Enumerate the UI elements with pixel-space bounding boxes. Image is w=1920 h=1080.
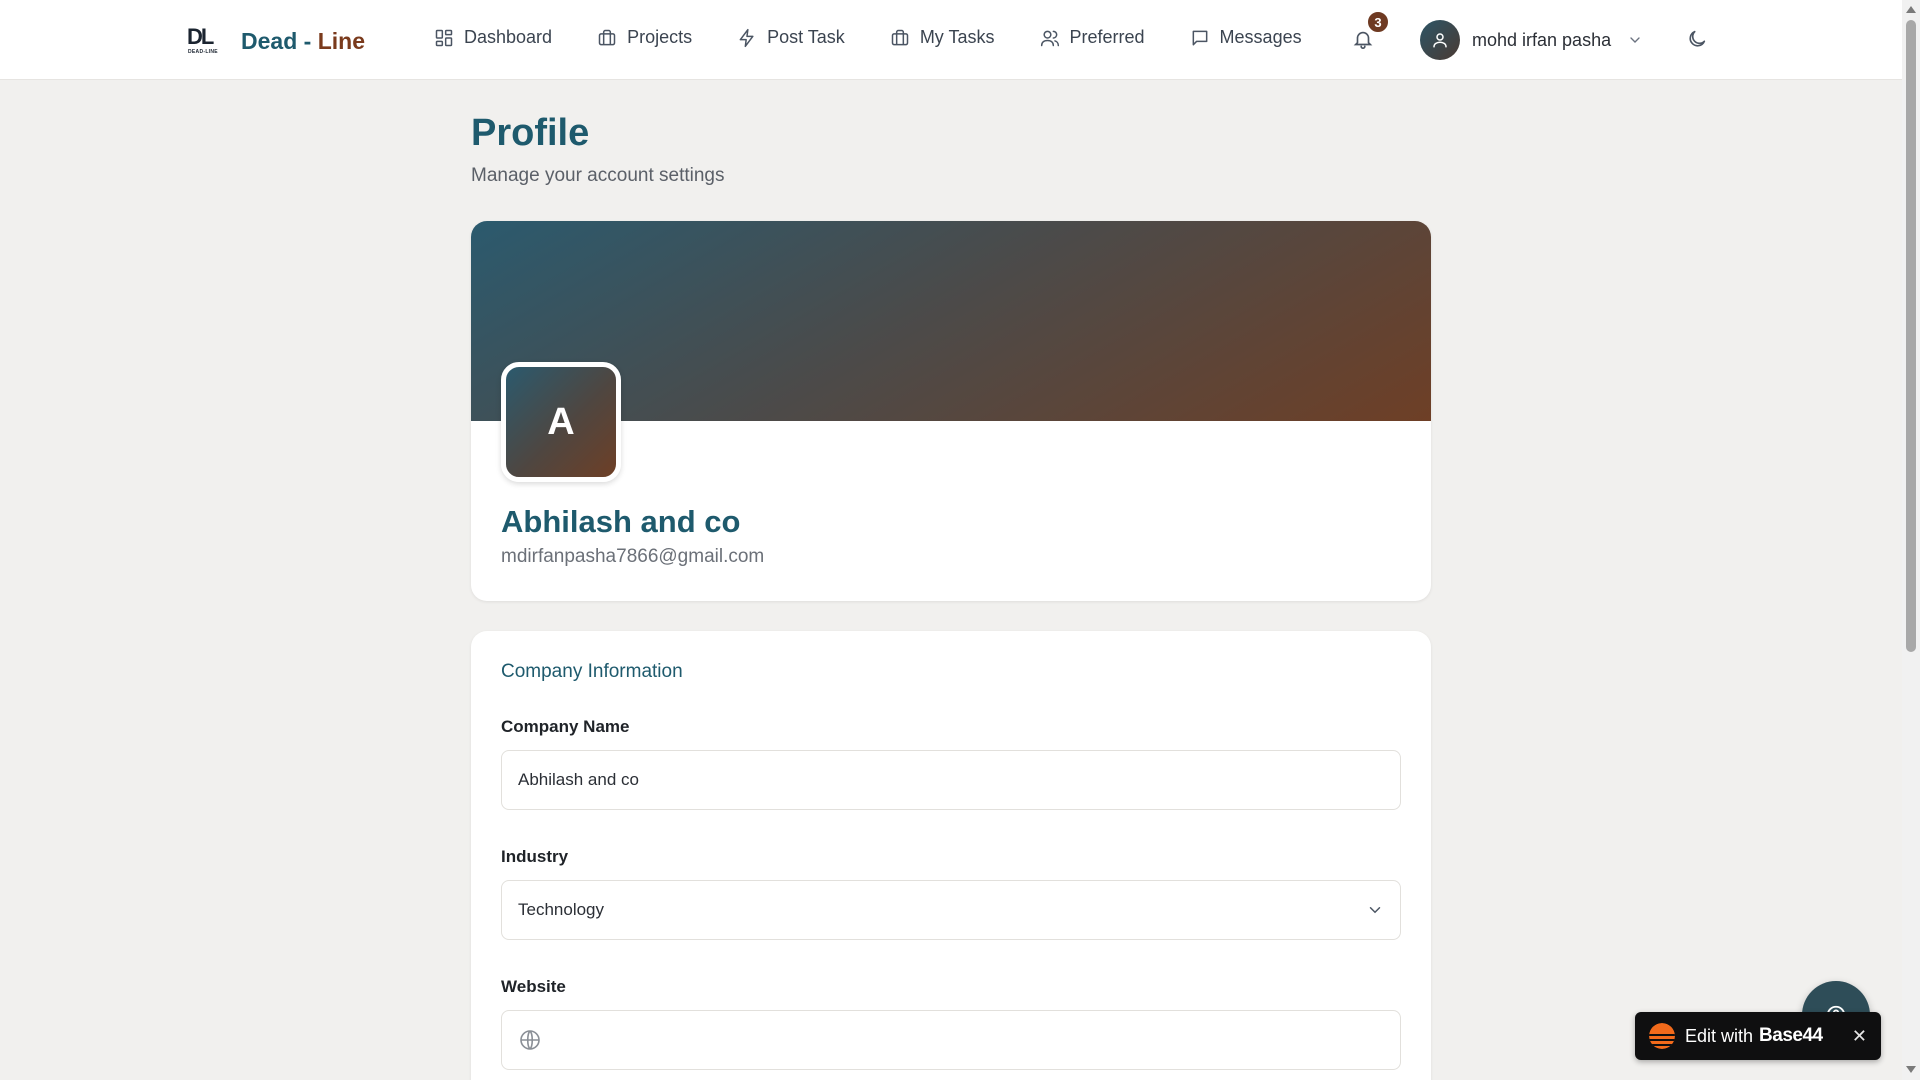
nav-item-preferred[interactable]: Preferred [1040,27,1145,48]
website-input[interactable] [554,1030,1384,1050]
chevron-down-icon [1366,901,1384,919]
logo-mark: DL DEAD-LINE [187,26,219,56]
dashboard-icon [434,28,454,48]
nav-item-label: Projects [627,27,693,47]
user-name: mohd irfan pasha [1472,29,1612,50]
nav-item-my-tasks[interactable]: My Tasks [890,27,995,48]
base44-logo-icon [1649,1023,1675,1049]
brand-name-part2: Line [317,27,365,54]
company-name-label: Company Name [501,717,630,736]
profile-avatar[interactable]: A [501,362,621,482]
nav-item-label: Post Task [767,27,845,47]
chevron-down-icon [1623,32,1643,48]
profile-company-name: Abhilash and co [501,504,741,539]
notification-count-badge: 3 [1366,10,1390,34]
nav-item-messages[interactable]: Messages [1190,27,1302,48]
avatar [1420,20,1460,60]
page-subtitle: Manage your account settings [471,165,725,186]
users-icon [1040,28,1060,48]
nav-item-dashboard[interactable]: Dashboard [434,27,552,48]
scroll-up-arrow-icon[interactable] [1906,6,1916,13]
logo-mark-subtext: DEAD-LINE [188,49,218,55]
logo-mark-text: DL [187,24,214,49]
nav-item-label: Dashboard [464,27,553,47]
nav-item-post-task[interactable]: Post Task [737,27,845,48]
brand-name-part1: Dead [241,27,298,54]
briefcase-icon [597,28,617,48]
brand-name: Dead - Line [241,28,365,55]
page-scrollbar[interactable] [1902,0,1920,1080]
nav-item-projects[interactable]: Projects [597,27,692,48]
website-label: Website [501,977,566,996]
base44-brand: Base44 [1759,1025,1823,1046]
briefcase-icon [890,28,910,48]
user-menu[interactable]: mohd irfan pasha [1420,20,1643,60]
theme-toggle-button[interactable] [1686,28,1710,52]
company-info-card: Company Information Company Name Industr… [471,631,1431,1080]
nav-item-label: My Tasks [919,27,995,47]
industry-label: Industry [501,847,569,866]
user-icon [1431,31,1449,49]
page-title: Profile [471,112,590,154]
company-name-field-box [501,750,1401,810]
top-navbar: DL DEAD-LINE Dead - Line Dashboard Proje… [0,0,1902,80]
company-name-input[interactable] [518,770,1384,790]
nav-item-label: Preferred [1069,27,1145,47]
message-icon [1190,28,1210,48]
industry-selected-value: Technology [518,900,605,919]
section-title: Company Information [501,661,683,682]
moon-icon [1686,28,1710,50]
website-field-box [501,1010,1401,1070]
scroll-down-arrow-icon[interactable] [1906,1066,1916,1073]
profile-email: mdirfanpasha7866@gmail.com [501,546,765,567]
profile-card: A Abhilash and co mdirfanpasha7866@gmail… [471,221,1431,601]
nav-item-label: Messages [1219,27,1302,47]
industry-select[interactable]: Technology [501,880,1401,940]
edit-with-base44-banner[interactable]: Edit with Base44 ✕ [1635,1012,1881,1060]
brand-name-separator: - [303,27,312,54]
main-nav: Dashboard Projects Post Task My Tasks Pr… [434,27,1347,48]
lightning-icon [737,28,757,48]
brand-logo[interactable]: DL DEAD-LINE Dead - Line [187,26,365,56]
close-icon[interactable]: ✕ [1852,1026,1867,1047]
scrollbar-thumb[interactable] [1906,20,1916,652]
base44-label: Edit with [1685,1025,1754,1046]
globe-icon [518,1028,554,1052]
